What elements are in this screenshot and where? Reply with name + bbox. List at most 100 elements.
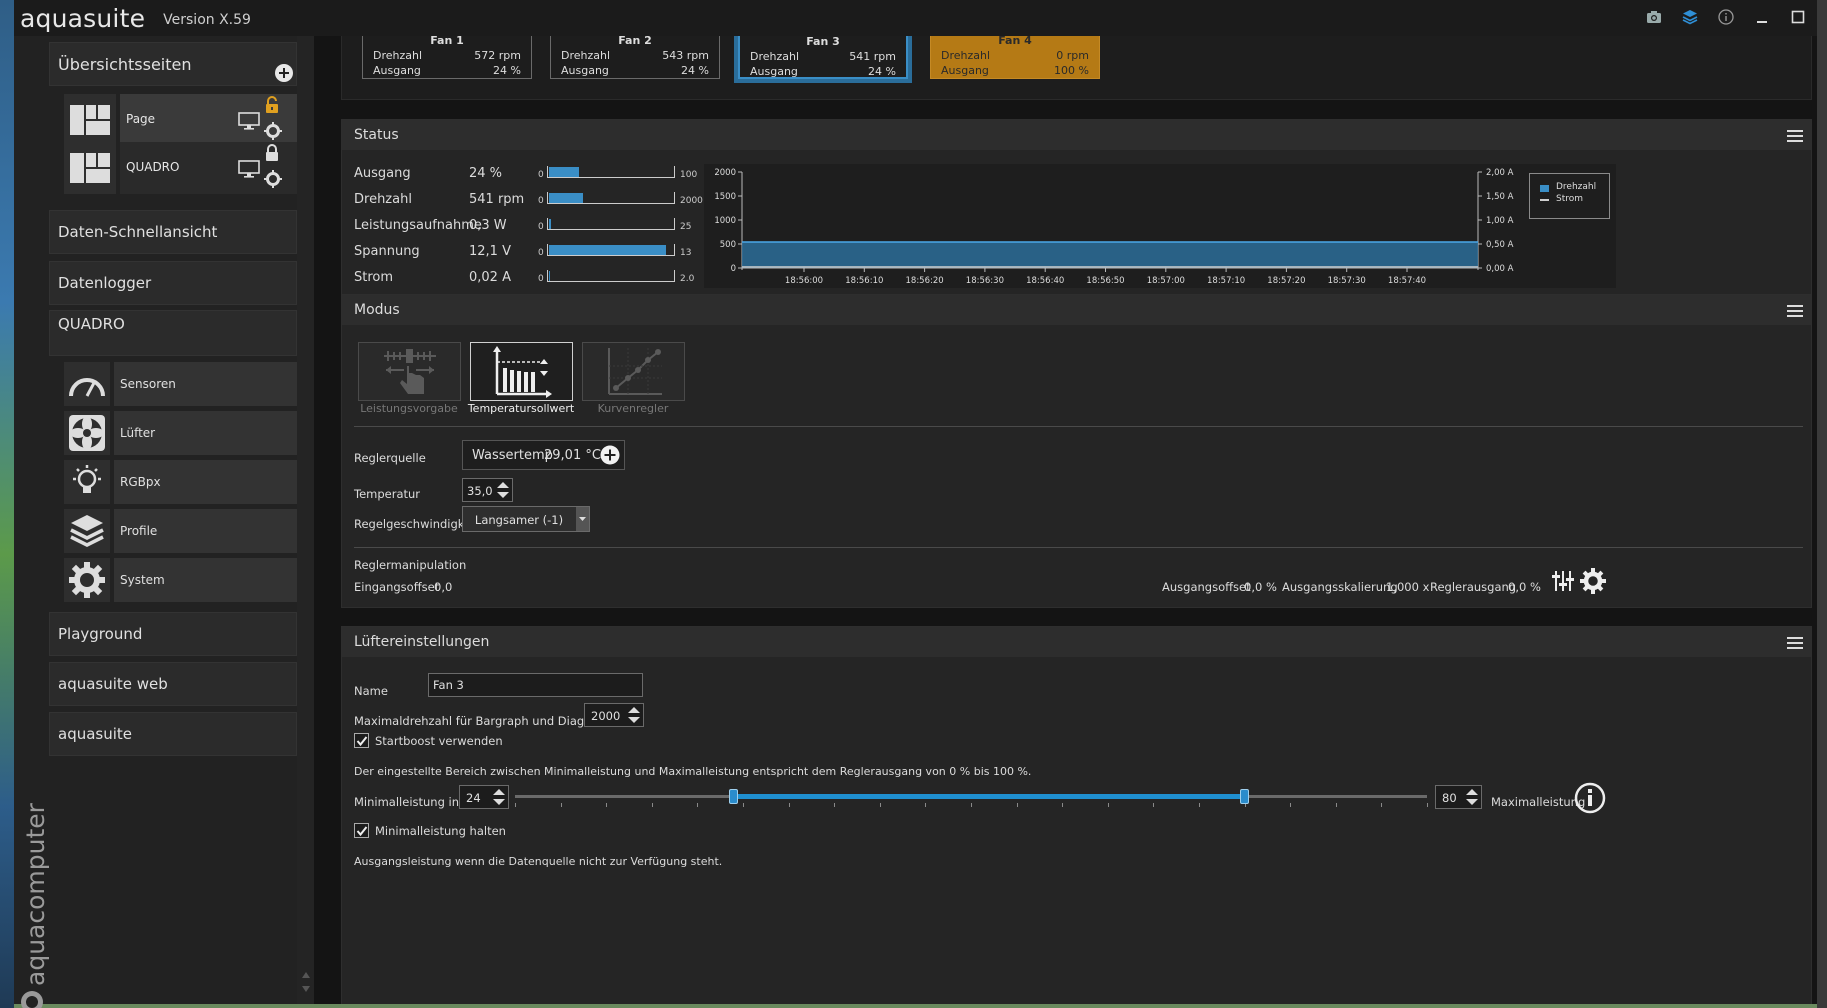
- overview-page-row[interactable]: QUADRO: [64, 142, 297, 194]
- sidebar-overview-title: Übersichtsseiten: [58, 55, 192, 74]
- maximize-icon[interactable]: [1787, 6, 1809, 28]
- fan-name-input[interactable]: [428, 673, 643, 697]
- sidebar-overview-header[interactable]: Übersichtsseiten: [49, 42, 297, 86]
- max-power-stepper[interactable]: 80: [1435, 785, 1482, 809]
- chart-right-tick-label: 1,00 A: [1486, 216, 1514, 226]
- monitor-icon[interactable]: [238, 112, 260, 134]
- sidebar-item-quickview[interactable]: Daten-Schnellansicht: [49, 210, 297, 254]
- fan-card-4[interactable]: Fan 4 Drehzahl 0 rpm Ausgang 100 %: [930, 36, 1100, 79]
- chart-x-tick-label: 18:56:20: [906, 276, 944, 286]
- fan-card-name: Fan 3: [806, 36, 840, 48]
- fan-card-3[interactable]: Fan 3 Drehzahl 541 rpm Ausgang 24 %: [734, 36, 912, 83]
- fan-settings-header: Lüftereinstellungen: [342, 627, 1811, 657]
- gear-icon[interactable]: [264, 122, 282, 144]
- nav-item[interactable]: Sensoren: [114, 362, 297, 406]
- stepper-arrows-icon[interactable]: [496, 481, 510, 499]
- chart-right-tick-label: 0,50 A: [1486, 240, 1514, 250]
- nav-item[interactable]: Profile: [114, 509, 297, 553]
- status-bar-max: 13: [680, 248, 692, 258]
- add-source-icon[interactable]: [600, 445, 620, 468]
- slider-tick: [879, 803, 881, 807]
- sidebar-item-sensoren[interactable]: Sensoren: [64, 362, 297, 406]
- sidebar-item-label: Daten-Schnellansicht: [58, 223, 218, 241]
- sidebar-item-profile[interactable]: Profile: [64, 509, 297, 553]
- fan-settings-panel: Lüftereinstellungen Name Maximaldrehzahl…: [341, 626, 1812, 1004]
- fan-card-output: 24 %: [868, 65, 896, 78]
- sidebar-item-rgbpx[interactable]: RGBpx: [64, 460, 297, 504]
- nav-item[interactable]: Lüfter: [114, 411, 297, 455]
- control-speed-dropdown[interactable]: Langsamer (-1): [462, 506, 590, 532]
- hamburger-menu-icon[interactable]: [1787, 128, 1803, 142]
- chart-legend: Drehzahl Strom: [1529, 173, 1610, 219]
- monitor-icon[interactable]: [238, 160, 260, 182]
- page-item[interactable]: Page: [120, 94, 297, 146]
- minimize-icon[interactable]: [1751, 6, 1773, 28]
- add-page-icon[interactable]: [274, 63, 294, 87]
- output-offset-value: 0,0 %: [1244, 580, 1277, 594]
- info-icon[interactable]: [1715, 6, 1737, 28]
- fan-card-speed-label: Drehzahl: [941, 49, 991, 62]
- stepper-arrows-icon[interactable]: [627, 706, 641, 724]
- status-bar-fill: [549, 193, 583, 203]
- sidebar-item-quadro[interactable]: QUADRO: [49, 310, 297, 356]
- title-bar: aquasuite Version X.59: [14, 0, 1817, 36]
- mode-curve-controller-button[interactable]: [582, 342, 685, 401]
- status-row-label: Drehzahl: [354, 192, 412, 207]
- hamburger-menu-icon[interactable]: [1787, 635, 1803, 649]
- nav-item[interactable]: RGBpx: [114, 460, 297, 504]
- startboost-checkbox[interactable]: [354, 733, 369, 748]
- status-row-value: 24 %: [469, 166, 503, 181]
- hold-min-checkbox[interactable]: [354, 823, 369, 838]
- sidebar-item-system[interactable]: System: [64, 558, 297, 602]
- controller-source-field[interactable]: Wassertemp 29,01 °C: [462, 440, 625, 470]
- info-icon[interactable]: [1574, 782, 1606, 818]
- sidebar-item-luefter[interactable]: Lüfter: [64, 411, 297, 455]
- slider-min-handle[interactable]: [728, 789, 738, 804]
- mode-temperature-setpoint-button[interactable]: [470, 342, 573, 401]
- max-rpm-stepper[interactable]: 2000: [584, 703, 644, 727]
- status-row-label: Leistungsaufnahme: [354, 218, 482, 233]
- fan-card-2[interactable]: Fan 2 Drehzahl 543 rpm Ausgang 24 %: [550, 36, 720, 79]
- sidebar-item-aquasuite[interactable]: aquasuite: [49, 712, 297, 756]
- controller-output-value: 0,0 %: [1508, 580, 1541, 594]
- min-power-stepper[interactable]: 24: [459, 785, 509, 809]
- overview-page-row[interactable]: Page: [64, 94, 297, 146]
- lock-icon[interactable]: [264, 144, 280, 166]
- hamburger-menu-icon[interactable]: [1787, 303, 1803, 317]
- output-scale-label: Ausgangsskalierung: [1282, 580, 1398, 594]
- slider-tick: [971, 803, 972, 807]
- stepper-arrows-icon[interactable]: [492, 788, 506, 806]
- gear-icon[interactable]: [1580, 568, 1606, 598]
- gear-icon[interactable]: [264, 170, 282, 192]
- camera-icon[interactable]: [1643, 6, 1665, 28]
- mode-power-setting-button[interactable]: [358, 342, 461, 401]
- page-item[interactable]: QUADRO: [120, 142, 297, 194]
- chart-x-tick-label: 18:57:20: [1267, 276, 1305, 286]
- layers-icon[interactable]: [1679, 6, 1701, 28]
- sidebar-item-datalogger[interactable]: Datenlogger: [49, 261, 297, 305]
- sliders-adjust-icon[interactable]: [1551, 569, 1575, 597]
- lock-open-icon[interactable]: [264, 96, 280, 118]
- layers-icon: [64, 509, 110, 553]
- fan-card-speed-label: Drehzahl: [373, 49, 423, 62]
- slider-max-handle[interactable]: [1239, 789, 1249, 804]
- fan-card-1[interactable]: Fan 1 Drehzahl 572 rpm Ausgang 24 %: [362, 36, 532, 79]
- sidebar-item-aquasuite-web[interactable]: aquasuite web: [49, 662, 297, 706]
- chart-x-tick-label: 18:56:30: [966, 276, 1004, 286]
- manual-slider-hand-icon: [383, 348, 436, 394]
- slider-tick: [1244, 803, 1246, 807]
- stepper-arrows-icon[interactable]: [1465, 788, 1479, 806]
- curve-controller-icon: [607, 347, 662, 395]
- fan-card-speed: 0 rpm: [1056, 49, 1089, 62]
- mode-panel-title: Modus: [354, 302, 400, 318]
- sidebar-item-playground[interactable]: Playground: [49, 612, 297, 656]
- controller-source-value: 29,01 °C: [544, 448, 601, 463]
- nav-item[interactable]: System: [114, 558, 297, 602]
- slider-tick: [788, 803, 790, 807]
- legend-label-drehzahl: Drehzahl: [1556, 182, 1597, 192]
- sidebar-scrollbar[interactable]: [297, 36, 314, 1004]
- chevron-down-icon[interactable]: [576, 507, 589, 531]
- max-rpm-value: 2000: [591, 709, 621, 723]
- temperature-stepper[interactable]: 35,0: [462, 478, 513, 502]
- desktop-background-right: [1817, 0, 1827, 1008]
